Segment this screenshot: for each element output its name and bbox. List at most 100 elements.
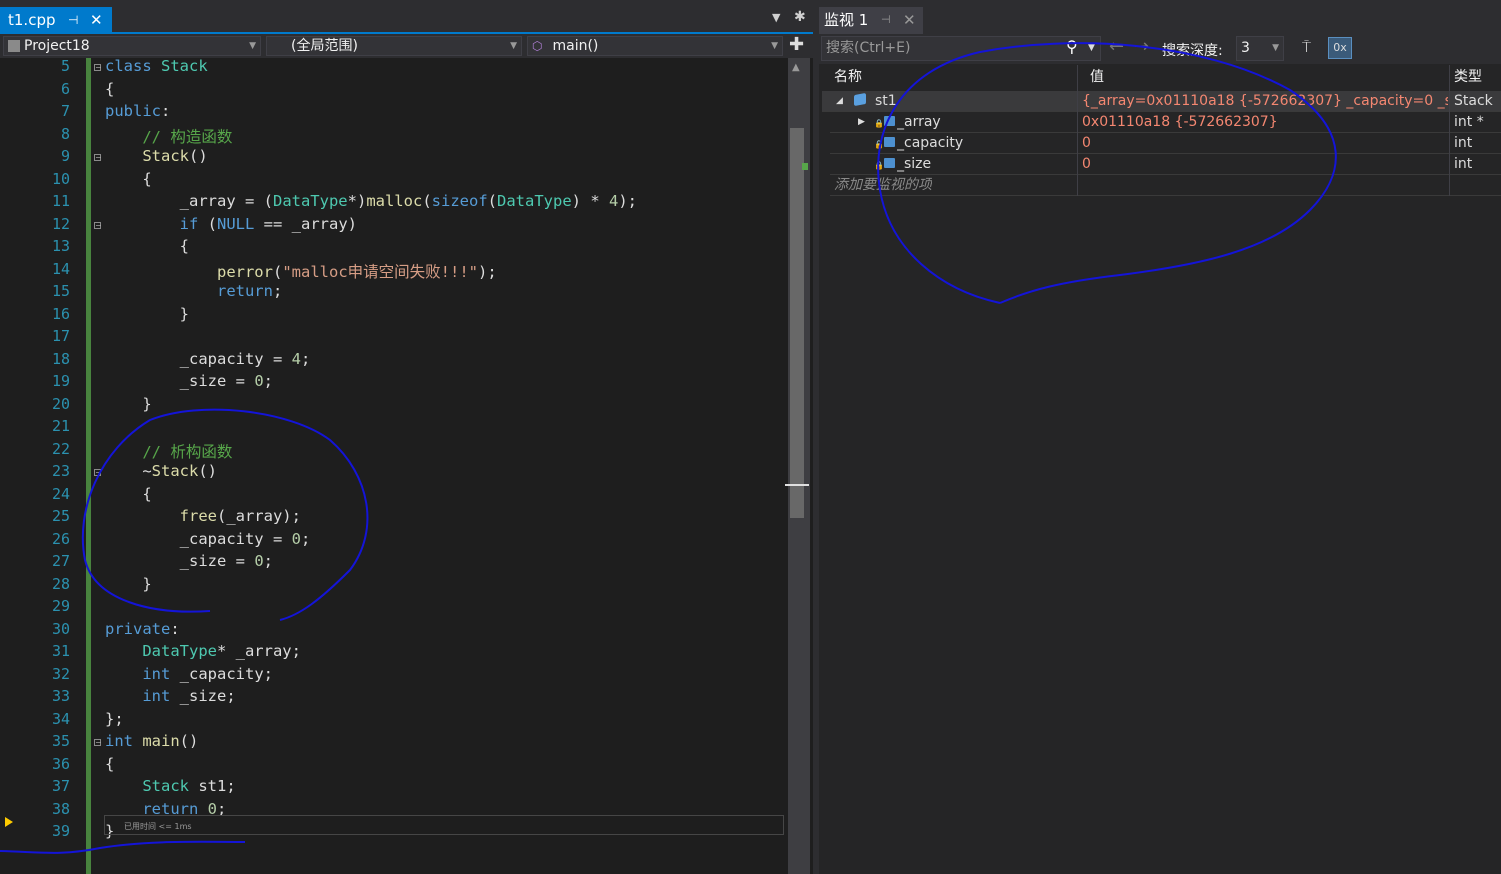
- hex-display-icon[interactable]: 0x: [1328, 37, 1352, 59]
- watch-row-type: int: [1454, 156, 1473, 172]
- code-token: st1;: [189, 777, 236, 795]
- chevron-down-icon[interactable]: ▼: [1088, 43, 1095, 53]
- code-token: };: [105, 709, 124, 728]
- code-line[interactable]: int _capacity;: [105, 665, 273, 683]
- code-line[interactable]: perror("malloc申请空间失败!!!");: [105, 260, 497, 282]
- watch-row-name: _array: [897, 114, 941, 130]
- dropdown-icon[interactable]: ▼: [772, 11, 780, 24]
- watch-row[interactable]: 🔒 _capacity 0 int: [830, 133, 1501, 154]
- code-line[interactable]: {: [105, 237, 189, 255]
- indicator-margin[interactable]: [0, 58, 20, 874]
- line-number: 22: [51, 439, 70, 458]
- code-line[interactable]: public:: [105, 102, 170, 120]
- fold-toggle-icon[interactable]: −: [94, 64, 102, 72]
- code-line[interactable]: class Stack: [105, 58, 208, 75]
- pin-icon[interactable]: ⊣: [68, 7, 78, 33]
- code-line[interactable]: {: [105, 80, 114, 98]
- code-line[interactable]: Stack st1;: [105, 777, 236, 795]
- code-line[interactable]: }: [105, 305, 189, 323]
- code-line[interactable]: return;: [105, 282, 282, 300]
- code-line[interactable]: ~Stack(): [105, 462, 217, 480]
- line-number: 29: [51, 597, 70, 615]
- member-dropdown[interactable]: ⬡ main() ▼: [527, 36, 783, 56]
- watch-row-value[interactable]: {_array=0x01110a18 {-572662307} _capacit…: [1082, 91, 1448, 111]
- add-watch-row[interactable]: 添加要监视的项: [830, 175, 1501, 196]
- code-line[interactable]: free(_array);: [105, 507, 301, 525]
- gear-icon[interactable]: ✱: [794, 9, 806, 25]
- code-line[interactable]: _capacity = 0;: [105, 530, 311, 548]
- fold-toggle-icon[interactable]: −: [94, 221, 102, 229]
- scrollbar-thumb[interactable]: [790, 128, 804, 518]
- watch-row[interactable]: ▶ 🔒 _array 0x01110a18 {-572662307} int *: [830, 112, 1501, 133]
- watch-tab-label: 监视 1: [824, 11, 869, 29]
- code-token: malloc: [366, 192, 423, 210]
- line-number: 14: [51, 259, 70, 278]
- collapse-icon[interactable]: ◢: [836, 91, 843, 111]
- split-icon[interactable]: ✚: [789, 34, 804, 55]
- code-line[interactable]: {: [105, 485, 151, 503]
- scroll-up-icon[interactable]: ▲: [792, 62, 800, 73]
- code-line[interactable]: DataType* _array;: [105, 642, 301, 660]
- fold-toggle-icon[interactable]: −: [94, 739, 102, 747]
- code-line[interactable]: };: [105, 710, 124, 728]
- file-tab[interactable]: t1.cpp ⊣ ✕: [0, 7, 112, 34]
- code-token: (): [189, 147, 208, 165]
- code-line[interactable]: _size = 0;: [105, 552, 273, 570]
- pin-to-source-icon[interactable]: ⍑: [1302, 38, 1322, 58]
- fold-toggle-icon[interactable]: −: [94, 154, 102, 162]
- close-icon[interactable]: ✕: [90, 7, 103, 33]
- code-line[interactable]: if (NULL == _array): [105, 215, 357, 233]
- scope-dropdown[interactable]: (全局范围) ▼: [266, 36, 522, 56]
- watch-search-input[interactable]: 搜索(Ctrl+E): [821, 36, 1101, 61]
- watch-row-value[interactable]: 0: [1082, 133, 1448, 153]
- code-line[interactable]: _size = 0;: [105, 372, 273, 390]
- column-divider[interactable]: [1449, 90, 1450, 196]
- project-dropdown[interactable]: Project18 ▼: [3, 36, 261, 56]
- watch-row-value[interactable]: 0: [1082, 154, 1448, 174]
- search-previous-icon[interactable]: ←: [1109, 36, 1124, 57]
- column-header-name[interactable]: 名称: [822, 65, 1078, 90]
- line-number: 11: [51, 192, 70, 210]
- scope-label: (全局范围): [291, 38, 358, 54]
- watch-row-value[interactable]: 0x01110a18 {-572662307}: [1082, 112, 1448, 132]
- close-icon[interactable]: ✕: [903, 7, 916, 33]
- code-line[interactable]: }: [105, 395, 151, 413]
- column-divider[interactable]: [1077, 90, 1078, 196]
- code-token: (): [179, 732, 199, 750]
- expand-icon[interactable]: ▶: [858, 112, 865, 132]
- line-number: 5: [60, 58, 70, 75]
- code-token: ;: [300, 349, 311, 368]
- add-watch-placeholder[interactable]: 添加要监视的项: [834, 175, 932, 195]
- code-token: public: [105, 102, 161, 120]
- code-line[interactable]: {: [105, 755, 114, 773]
- code-line[interactable]: {: [105, 170, 151, 188]
- line-number: 27: [51, 552, 70, 570]
- watch-tab[interactable]: 监视 1 ⊣ ✕: [819, 7, 923, 34]
- project-icon: [8, 40, 20, 52]
- code-token: (: [198, 214, 217, 233]
- column-header-value[interactable]: 值: [1078, 65, 1450, 90]
- code-token: {: [105, 79, 115, 98]
- watch-row[interactable]: ◢ st1 {_array=0x01110a18 {-572662307} _c…: [822, 91, 1501, 112]
- code-line[interactable]: }: [105, 575, 151, 593]
- fold-toggle-icon[interactable]: −: [94, 469, 102, 477]
- watch-row[interactable]: 🔒 _size 0 int: [830, 154, 1501, 175]
- search-icon[interactable]: ⚲: [1066, 37, 1078, 56]
- search-depth-dropdown[interactable]: 3 ▼: [1236, 36, 1284, 61]
- code-line[interactable]: _capacity = 4;: [105, 349, 311, 368]
- code-line[interactable]: // 析构函数: [105, 440, 232, 462]
- watch-row-type: int *: [1454, 114, 1484, 130]
- code-line[interactable]: private:: [105, 620, 180, 638]
- code-token: perror: [216, 262, 273, 281]
- code-area[interactable]: 5 class Stack −6{7 public: 8 // 构造函数 9 Stack(…: [0, 58, 813, 874]
- line-number: 33: [51, 687, 70, 705]
- code-line[interactable]: Stack(): [105, 147, 208, 165]
- code-line[interactable]: int _size;: [105, 687, 235, 705]
- column-header-type[interactable]: 类型: [1450, 65, 1501, 90]
- pin-icon[interactable]: ⊣: [881, 7, 891, 33]
- code-line[interactable]: _array = (DataType*)malloc(sizeof(DataTy…: [105, 192, 637, 210]
- search-next-icon[interactable]: →: [1134, 36, 1149, 57]
- code-line[interactable]: // 构造函数: [105, 125, 232, 147]
- code-line[interactable]: int main(): [105, 732, 198, 750]
